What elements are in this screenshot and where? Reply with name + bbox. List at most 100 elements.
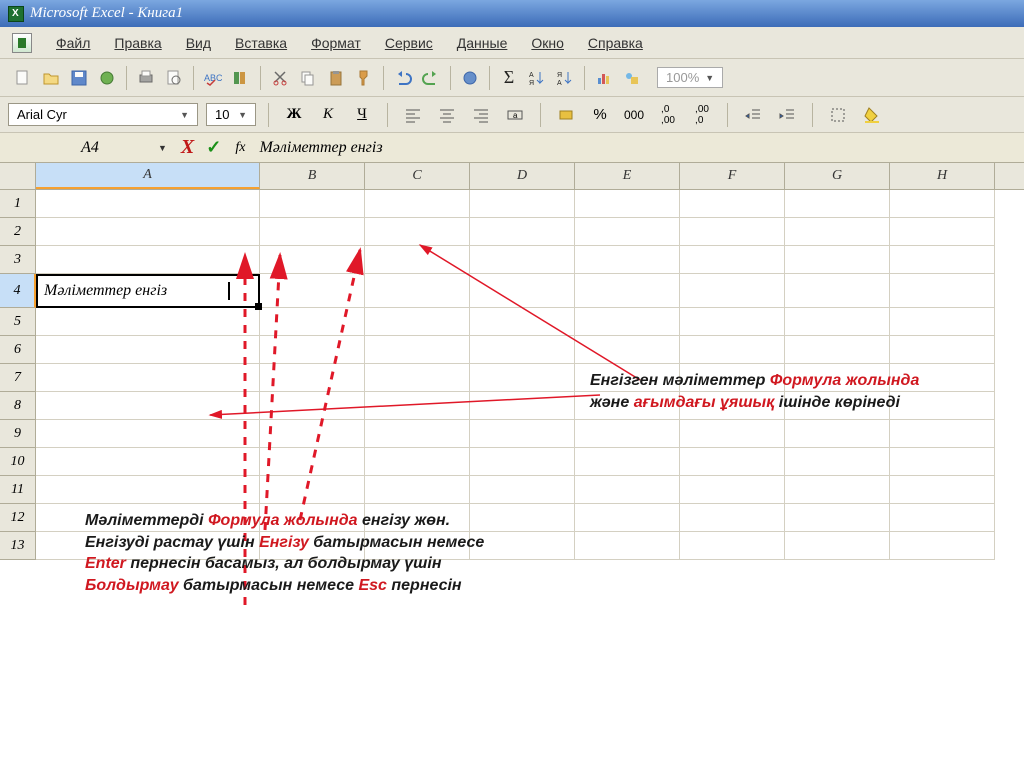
cell-F12[interactable] (680, 504, 785, 532)
cell-B8[interactable] (260, 392, 365, 420)
cell-G8[interactable] (785, 392, 890, 420)
cell-E10[interactable] (575, 448, 680, 476)
cell-G4[interactable] (785, 274, 890, 308)
cell-H2[interactable] (890, 218, 995, 246)
cell-D6[interactable] (470, 336, 575, 364)
cell-C7[interactable] (365, 364, 470, 392)
cell-B9[interactable] (260, 420, 365, 448)
cell-D7[interactable] (470, 364, 575, 392)
cell-H10[interactable] (890, 448, 995, 476)
cell-F8[interactable] (680, 392, 785, 420)
cell-F7[interactable] (680, 364, 785, 392)
cell-D13[interactable] (470, 532, 575, 560)
menu-view[interactable]: Вид (176, 31, 221, 55)
cell-D5[interactable] (470, 308, 575, 336)
cell-C10[interactable] (365, 448, 470, 476)
cell-A11[interactable] (36, 476, 260, 504)
cell-E8[interactable] (575, 392, 680, 420)
research-button[interactable] (228, 65, 254, 91)
col-head-B[interactable]: B (260, 163, 365, 189)
cell-G11[interactable] (785, 476, 890, 504)
cell-C4[interactable] (365, 274, 470, 308)
inc-indent-button[interactable] (774, 102, 800, 128)
cell-F6[interactable] (680, 336, 785, 364)
cell-E13[interactable] (575, 532, 680, 560)
menu-insert[interactable]: Вставка (225, 31, 297, 55)
cell-E11[interactable] (575, 476, 680, 504)
cell-G10[interactable] (785, 448, 890, 476)
cell-A12[interactable] (36, 504, 260, 532)
col-head-F[interactable]: F (680, 163, 785, 189)
cell-C13[interactable] (365, 532, 470, 560)
redo-button[interactable] (418, 65, 444, 91)
cell-B3[interactable] (260, 246, 365, 274)
cell-B4[interactable] (260, 274, 365, 308)
cell-E5[interactable] (575, 308, 680, 336)
print-button[interactable] (133, 65, 159, 91)
cell-H8[interactable] (890, 392, 995, 420)
italic-button[interactable]: К (315, 102, 341, 128)
cell-F5[interactable] (680, 308, 785, 336)
cell-E6[interactable] (575, 336, 680, 364)
undo-button[interactable] (390, 65, 416, 91)
row-head-11[interactable]: 11 (0, 476, 36, 504)
cell-A8[interactable] (36, 392, 260, 420)
cell-C12[interactable] (365, 504, 470, 532)
bold-button[interactable]: Ж (281, 102, 307, 128)
cell-H5[interactable] (890, 308, 995, 336)
namebox-dropdown[interactable]: ▼ (150, 143, 175, 153)
cell-D10[interactable] (470, 448, 575, 476)
comma-button[interactable]: 000 (621, 102, 647, 128)
cell-E4[interactable] (575, 274, 680, 308)
cell-G1[interactable] (785, 190, 890, 218)
percent-button[interactable]: % (587, 102, 613, 128)
cell-reference[interactable]: A4 (30, 139, 150, 157)
cell-F13[interactable] (680, 532, 785, 560)
fill-color-button[interactable] (859, 102, 885, 128)
align-left-button[interactable] (400, 102, 426, 128)
cell-B6[interactable] (260, 336, 365, 364)
cell-H11[interactable] (890, 476, 995, 504)
col-head-D[interactable]: D (470, 163, 575, 189)
cell-E3[interactable] (575, 246, 680, 274)
new-button[interactable] (10, 65, 36, 91)
cell-B12[interactable] (260, 504, 365, 532)
cell-F9[interactable] (680, 420, 785, 448)
formula-input[interactable]: Мәліметтер енгіз (253, 139, 1024, 157)
cell-C2[interactable] (365, 218, 470, 246)
col-head-C[interactable]: C (365, 163, 470, 189)
cell-D11[interactable] (470, 476, 575, 504)
cell-B5[interactable] (260, 308, 365, 336)
cell-A3[interactable] (36, 246, 260, 274)
cell-B11[interactable] (260, 476, 365, 504)
cell-D2[interactable] (470, 218, 575, 246)
font-size-box[interactable]: 10▼ (206, 103, 256, 126)
underline-button[interactable]: Ч (349, 102, 375, 128)
cell-A5[interactable] (36, 308, 260, 336)
app-icon[interactable] (12, 33, 32, 53)
cell-D4[interactable] (470, 274, 575, 308)
menu-file[interactable]: Файл (46, 31, 100, 55)
row-head-10[interactable]: 10 (0, 448, 36, 476)
chart-button[interactable] (591, 65, 617, 91)
menu-tools[interactable]: Сервис (375, 31, 443, 55)
cell-G7[interactable] (785, 364, 890, 392)
row-head-4[interactable]: 4 (0, 274, 36, 308)
cell-E9[interactable] (575, 420, 680, 448)
cut-button[interactable] (267, 65, 293, 91)
menu-help[interactable]: Справка (578, 31, 653, 55)
cell-G9[interactable] (785, 420, 890, 448)
cell-G12[interactable] (785, 504, 890, 532)
hyperlink-button[interactable] (457, 65, 483, 91)
preview-button[interactable] (161, 65, 187, 91)
col-head-A[interactable]: A (36, 163, 260, 189)
open-button[interactable] (38, 65, 64, 91)
cell-C9[interactable] (365, 420, 470, 448)
col-head-G[interactable]: G (785, 163, 890, 189)
cell-D8[interactable] (470, 392, 575, 420)
cell-E7[interactable] (575, 364, 680, 392)
spellcheck-button[interactable]: ABC (200, 65, 226, 91)
inc-decimal-button[interactable]: ,0,00 (655, 102, 681, 128)
row-head-8[interactable]: 8 (0, 392, 36, 420)
fx-button[interactable]: fx (227, 140, 253, 156)
